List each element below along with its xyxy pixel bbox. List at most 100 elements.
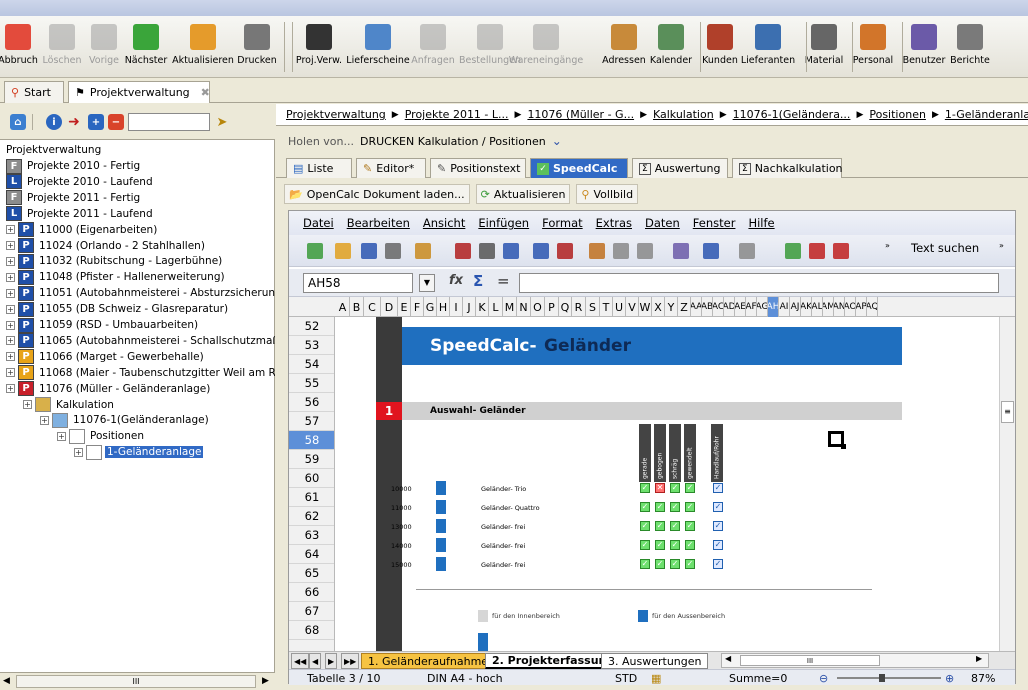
column-header[interactable]: AJ	[790, 297, 801, 317]
column-header[interactable]: AK	[801, 297, 812, 317]
tree-search-input[interactable]	[128, 113, 210, 131]
column-header[interactable]: L	[489, 297, 503, 317]
menu-einfügen[interactable]: Einfügen	[478, 216, 529, 230]
row-header[interactable]: 56	[289, 393, 334, 412]
row-header[interactable]: 54	[289, 355, 334, 374]
sheet-hscrollbar[interactable]: ◀ III ▶	[721, 653, 989, 668]
function-wizard-icon[interactable]: fx	[449, 273, 463, 288]
copy-icon[interactable]	[613, 243, 629, 259]
tree-item[interactable]: +1-Geländeranlage	[74, 444, 204, 460]
expand-icon[interactable]: +	[6, 368, 15, 378]
expand-icon[interactable]: +	[6, 256, 15, 266]
row-header[interactable]: 66	[289, 583, 334, 602]
format-paintbrush-icon[interactable]	[673, 243, 689, 259]
open-icon[interactable]	[335, 243, 351, 259]
breadcrumb-item[interactable]: Positionen	[869, 108, 926, 121]
column-header[interactable]: E	[398, 297, 411, 317]
preview-icon[interactable]	[503, 243, 519, 259]
tree-item[interactable]: + P 11076 (Müller - Geländeranlage)	[6, 381, 212, 397]
aktualisieren-button[interactable]: Aktualisieren	[172, 18, 234, 76]
row-header[interactable]: 61	[289, 488, 334, 507]
column-header[interactable]: S	[586, 297, 600, 317]
status-zoom[interactable]: 87%	[971, 671, 995, 685]
menu-hilfe[interactable]: Hilfe	[748, 216, 774, 230]
expand-icon[interactable]: +	[74, 447, 83, 457]
checkbox[interactable]: ✓	[670, 521, 680, 531]
column-header[interactable]: A	[336, 297, 350, 317]
checkbox[interactable]: ✓	[640, 540, 650, 550]
scroll-left-icon[interactable]: ◀	[3, 676, 10, 686]
column-header[interactable]: U	[613, 297, 626, 317]
checkbox[interactable]: ✓	[655, 502, 665, 512]
fullscreen-button[interactable]: ⚲ Vollbild	[576, 184, 639, 204]
sum-icon[interactable]: Σ	[473, 272, 483, 290]
status-page-style[interactable]: DIN A4 - hoch	[427, 671, 503, 685]
paste-icon[interactable]	[637, 243, 653, 259]
column-header[interactable]: F	[411, 297, 424, 317]
column-header[interactable]: AO	[845, 297, 856, 317]
checkbox[interactable]: ✓	[670, 540, 680, 550]
zoom-slider-knob[interactable]	[878, 674, 885, 682]
column-header[interactable]: I	[450, 297, 463, 317]
column-header[interactable]: AG	[757, 297, 768, 317]
expand-all-icon[interactable]: +	[88, 114, 104, 130]
tree-item[interactable]: + P 11055 (DB Schweiz - Glasreparatur)	[6, 301, 230, 317]
column-header[interactable]: AM	[823, 297, 834, 317]
sheet-hscroll-thumb[interactable]: III	[740, 655, 880, 666]
tree-item[interactable]: L Projekte 2011 - Laufend	[6, 206, 155, 222]
row-header[interactable]: 52	[289, 317, 334, 336]
column-header[interactable]: AP	[856, 297, 867, 317]
extra-checkbox[interactable]: ✓	[713, 521, 723, 531]
extra-checkbox[interactable]: ✓	[713, 559, 723, 569]
spreadsheet-grid[interactable]: SpeedCalc- Geländer 1 Auswahl- Geländer …	[336, 317, 999, 651]
find-text-label[interactable]: Text suchen	[911, 241, 979, 255]
name-box-dropdown-icon[interactable]: ▼	[419, 274, 435, 292]
function-equals-icon[interactable]: =	[497, 272, 510, 290]
sheet-tab-3[interactable]: 3. Auswertungen	[601, 653, 709, 669]
scroll-right-icon[interactable]: ▶	[262, 676, 269, 686]
toolbar-overflow-icon[interactable]: »	[885, 241, 895, 261]
sheet-vscrollbar[interactable]: ≡	[999, 317, 1015, 651]
column-header[interactable]: AC	[713, 297, 724, 317]
expand-icon[interactable]: +	[6, 288, 15, 298]
tree-item[interactable]: + P 11068 (Maier - Taubenschutzgitter Weil…	[6, 365, 275, 381]
column-header[interactable]: J	[463, 297, 476, 317]
expand-icon[interactable]: +	[6, 225, 15, 235]
expand-icon[interactable]: +	[57, 431, 66, 441]
checkbox[interactable]: ✓	[640, 502, 650, 512]
column-header[interactable]: P	[545, 297, 559, 317]
checkbox[interactable]: ✓	[640, 521, 650, 531]
column-header[interactable]: O	[531, 297, 545, 317]
column-header[interactable]: B	[350, 297, 364, 317]
column-header[interactable]: AL	[812, 297, 823, 317]
tab-start[interactable]: ⚲ Start	[4, 81, 64, 103]
cell-fill-handle[interactable]	[841, 444, 846, 449]
column-header[interactable]: H	[437, 297, 450, 317]
tree-item[interactable]: + P 11000 (Eigenarbeiten)	[6, 222, 159, 238]
column-header[interactable]: M	[503, 297, 517, 317]
column-header[interactable]: R	[572, 297, 586, 317]
prev-sheet-icon[interactable]: ◀	[309, 653, 322, 669]
breadcrumb-item[interactable]: Projekte 2011 - L...	[405, 108, 509, 121]
sort-asc-icon[interactable]	[809, 243, 825, 259]
tree-item[interactable]: +11076-1(Geländeranlage)	[40, 412, 211, 428]
vscroll-thumb[interactable]: ≡	[1001, 401, 1014, 423]
sheet-tab-1[interactable]: 1. Geländeraufnahme	[361, 653, 496, 669]
tree-hscroll-thumb[interactable]: III	[16, 675, 256, 688]
lieferscheine-button[interactable]: Lieferscheine	[346, 18, 410, 76]
row-header[interactable]: 60	[289, 469, 334, 488]
expand-icon[interactable]: +	[6, 336, 15, 346]
column-header[interactable]: N	[517, 297, 531, 317]
expand-icon[interactable]: +	[6, 241, 15, 250]
status-mode[interactable]: STD	[615, 671, 637, 685]
extra-checkbox[interactable]: ✓	[713, 502, 723, 512]
checkbox[interactable]: ✓	[685, 483, 695, 493]
tab-projektverwaltung[interactable]: ⚑ Projektverwaltung ✖	[68, 81, 210, 103]
extra-checkbox[interactable]: ✓	[713, 483, 723, 493]
name-box[interactable]: AH58	[303, 273, 413, 293]
breadcrumb-item[interactable]: Kalkulation	[653, 108, 714, 121]
tree-item[interactable]: + P 11032 (Rubitschung - Lagerbühne)	[6, 253, 224, 269]
expand-icon[interactable]: +	[40, 415, 49, 425]
menu-extras[interactable]: Extras	[596, 216, 632, 230]
column-header[interactable]: AH	[768, 297, 779, 317]
